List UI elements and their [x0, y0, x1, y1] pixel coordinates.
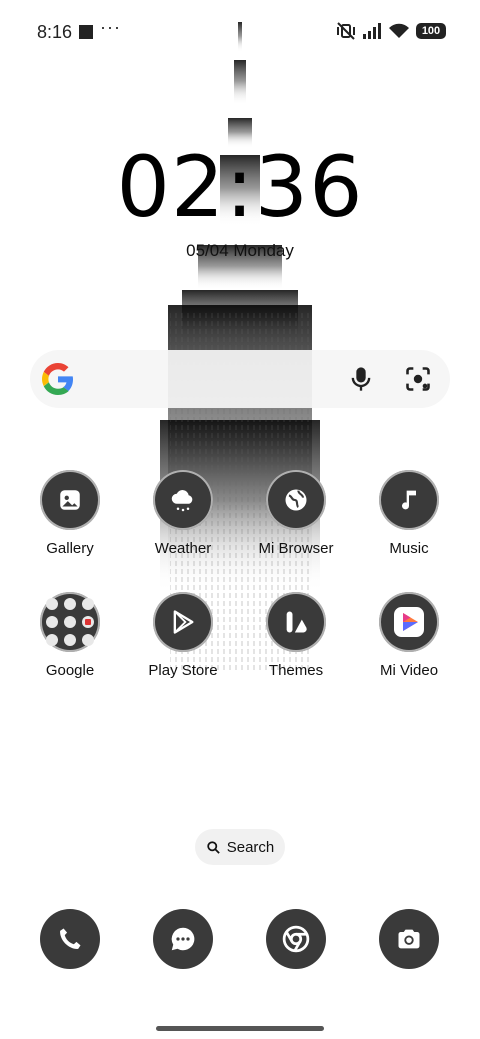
app-label: Weather [154, 540, 212, 557]
status-bar: 8:16 ··· 100 [0, 0, 480, 64]
app-search-button[interactable]: Search [195, 829, 285, 865]
dock-chrome[interactable] [266, 909, 326, 969]
notification-square-icon [79, 25, 93, 39]
google-logo-icon [42, 363, 73, 395]
app-label: Play Store [148, 662, 218, 679]
app-music[interactable]: Music [354, 470, 464, 570]
app-mi-browser[interactable]: Mi Browser [241, 470, 351, 570]
search-icon [207, 840, 220, 854]
status-icons: 100 [336, 22, 446, 40]
app-gallery[interactable]: Gallery [15, 470, 125, 570]
vibrate-off-icon [337, 22, 355, 40]
more-notifications-icon: ··· [100, 17, 121, 37]
clock-time[interactable]: 02:36 [0, 138, 480, 236]
signal-icon [363, 23, 381, 39]
phone-icon [60, 928, 81, 949]
wifi-icon [389, 23, 409, 38]
folder-icon [40, 592, 100, 652]
clock-date[interactable]: 05/04 Monday [0, 241, 480, 261]
home-indicator[interactable] [156, 1026, 324, 1031]
google-search-bar[interactable] [30, 350, 450, 408]
app-play-store[interactable]: Play Store [128, 592, 238, 692]
messages-icon [171, 927, 195, 951]
app-weather[interactable]: Weather [128, 470, 238, 570]
weather-icon [153, 470, 213, 530]
app-label: Music [389, 540, 429, 557]
status-time: 8:16 [37, 22, 73, 42]
app-label: Gallery [46, 540, 94, 557]
gallery-icon [40, 470, 100, 530]
app-mi-video[interactable]: Mi Video [354, 592, 464, 692]
app-google-folder[interactable]: Google [15, 592, 125, 692]
dock-phone[interactable] [40, 909, 100, 969]
app-label: Themes [268, 662, 324, 679]
globe-icon [266, 470, 326, 530]
play-store-icon [153, 592, 213, 652]
camera-icon [398, 929, 420, 949]
app-themes[interactable]: Themes [241, 592, 351, 692]
dock-messages[interactable] [153, 909, 213, 969]
google-lens-icon[interactable] [404, 365, 432, 393]
themes-icon [266, 592, 326, 652]
mi-video-icon [379, 592, 439, 652]
battery-indicator: 100 [416, 23, 446, 39]
microphone-icon[interactable] [347, 365, 375, 393]
search-label: Search [226, 838, 275, 856]
music-note-icon [379, 470, 439, 530]
app-label: Mi Video [379, 662, 439, 679]
app-label: Mi Browser [258, 540, 334, 557]
chrome-icon [282, 925, 310, 953]
app-label: Google [45, 662, 95, 679]
dock-camera[interactable] [379, 909, 439, 969]
